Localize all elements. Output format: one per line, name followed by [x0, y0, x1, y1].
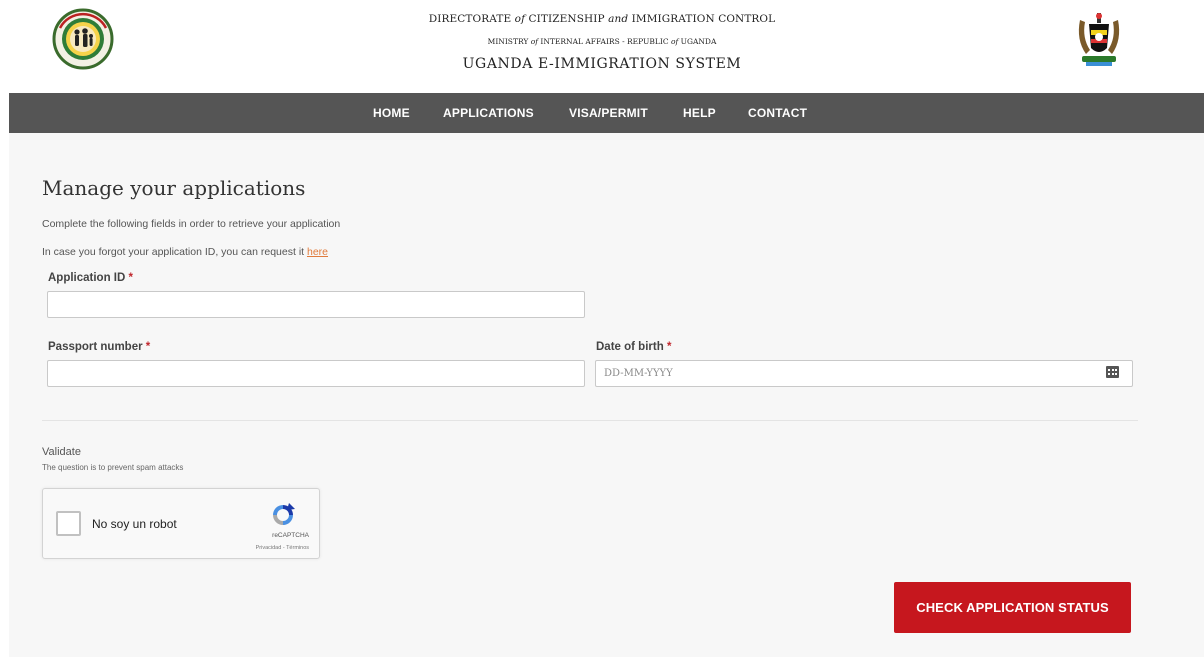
calendar-icon[interactable] — [1106, 366, 1119, 378]
application-id-label: Application ID * — [48, 272, 133, 284]
system-title: UGANDA E-IMMIGRATION SYSTEM — [462, 56, 742, 72]
nav-item-applications[interactable]: APPLICATIONS — [443, 106, 534, 120]
recaptcha-brand: reCAPTCHA — [272, 532, 309, 539]
required-mark: * — [666, 341, 672, 353]
passport-number-label-text: Passport number — [48, 341, 143, 353]
directorate-text-b: CITIZENSHIP — [525, 13, 609, 25]
date-of-birth-label: Date of birth * — [596, 341, 671, 353]
directorate-text-and: and — [608, 13, 629, 25]
application-id-label-text: Application ID — [48, 272, 126, 284]
recaptcha-label: No soy un robot — [92, 517, 177, 531]
content-area — [9, 133, 1204, 657]
request-id-link[interactable]: here — [307, 246, 328, 258]
nav-item-help[interactable]: HELP — [683, 106, 716, 120]
ministry-text-of: of — [530, 37, 538, 46]
recaptcha-widget: No soy un robot reCAPTCHA Privacidad - T… — [42, 488, 320, 559]
validate-title: Validate — [42, 446, 81, 458]
validate-subtitle: The question is to prevent spam attacks — [42, 463, 184, 472]
ministry-text-c: UGANDA — [678, 37, 717, 46]
nav-item-contact[interactable]: CONTACT — [748, 106, 807, 120]
application-id-input[interactable] — [47, 291, 585, 318]
nav-items: HOME APPLICATIONS VISA/PERMIT HELP CONTA… — [0, 93, 1204, 133]
ministry-title: MINISTRY of INTERNAL AFFAIRS - REPUBLIC … — [0, 37, 1204, 46]
passport-number-label: Passport number * — [48, 341, 150, 353]
passport-number-input[interactable] — [47, 360, 585, 387]
recaptcha-checkbox[interactable] — [56, 511, 81, 536]
recaptcha-logo-icon — [269, 502, 297, 528]
directorate-text-of: of — [514, 13, 526, 25]
required-mark: * — [145, 341, 151, 353]
check-application-status-button[interactable]: CHECK APPLICATION STATUS — [894, 582, 1131, 633]
required-mark: * — [128, 272, 133, 284]
uganda-coat-of-arms-icon — [1072, 10, 1126, 70]
directorate-text-a: DIRECTORATE — [428, 13, 515, 25]
forgot-id-text: In case you forgot your application ID, … — [42, 246, 328, 258]
date-of-birth-label-text: Date of birth — [596, 341, 664, 353]
site-header: DIRECTORATE of CITIZENSHIP and IMMIGRATI… — [0, 0, 1204, 92]
nav-item-visa-permit[interactable]: VISA/PERMIT — [569, 106, 648, 120]
ministry-text-b: INTERNAL AFFAIRS - REPUBLIC — [538, 37, 671, 46]
page-title: Manage your applications — [42, 176, 306, 200]
recaptcha-terms-links[interactable]: Privacidad - Términos — [229, 545, 309, 551]
directorate-text-c: IMMIGRATION CONTROL — [628, 13, 776, 25]
page-description: Complete the following fields in order t… — [42, 218, 341, 230]
date-of-birth-input[interactable] — [595, 360, 1133, 387]
nav-item-home[interactable]: HOME — [373, 106, 410, 120]
ministry-text-a: MINISTRY — [487, 37, 531, 46]
directorate-title: DIRECTORATE of CITIZENSHIP and IMMIGRATI… — [0, 13, 1204, 25]
form-divider — [42, 420, 1138, 421]
forgot-id-label: In case you forgot your application ID, … — [42, 246, 307, 258]
